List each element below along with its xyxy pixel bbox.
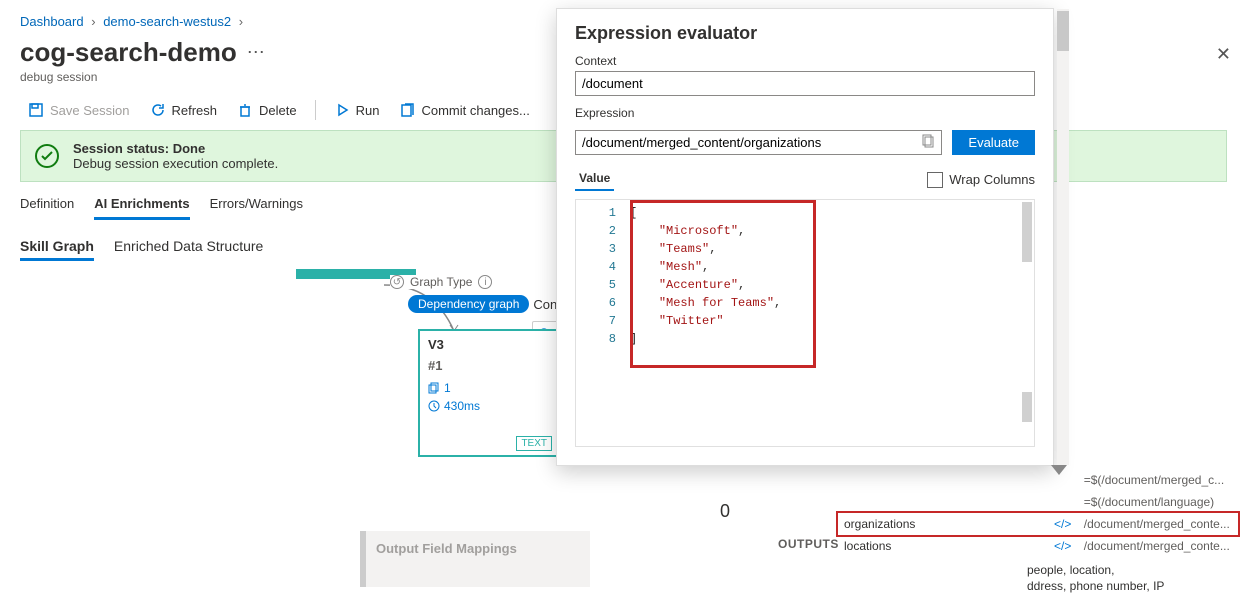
editor-scrollbar[interactable] xyxy=(1022,202,1032,262)
node-type-tag: TEXT xyxy=(516,436,552,451)
play-icon xyxy=(334,102,350,118)
description-fragment: people, location, ddress, phone number, … xyxy=(1027,561,1207,595)
expression-evaluator-panel: Expression evaluator Context Expression … xyxy=(556,8,1054,466)
graph-type-label: Graph Type xyxy=(410,275,472,289)
status-title: Session status: Done xyxy=(73,141,205,156)
graph-type-other[interactable]: Con xyxy=(533,297,557,312)
delete-button[interactable]: Delete xyxy=(229,98,305,122)
graph-type-pill[interactable]: Dependency graph xyxy=(408,295,529,313)
code-area[interactable]: [ "Microsoft", "Teams", "Mesh", "Accentu… xyxy=(624,200,1034,446)
outputs-label: OUTPUTS xyxy=(778,537,839,551)
panel-title: Expression evaluator xyxy=(575,23,1035,44)
check-icon xyxy=(35,144,59,168)
node-title: V3 xyxy=(420,331,556,358)
node-id: #1 xyxy=(420,358,556,379)
node-doc-count: 1 xyxy=(420,379,556,397)
reset-icon[interactable]: ↺ xyxy=(390,275,404,289)
bc-dashboard[interactable]: Dashboard xyxy=(20,14,84,29)
checkbox-icon[interactable] xyxy=(927,172,943,188)
commit-button[interactable]: Commit changes... xyxy=(391,98,537,122)
subtab-enriched-data[interactable]: Enriched Data Structure xyxy=(114,234,263,261)
status-subtitle: Debug session execution complete. xyxy=(73,156,278,171)
info-icon[interactable]: i xyxy=(478,275,492,289)
subtab-skill-graph[interactable]: Skill Graph xyxy=(20,234,94,261)
callout-arrow-icon xyxy=(1051,465,1067,475)
code-icon[interactable]: </> xyxy=(1048,535,1078,557)
output-count: 0 xyxy=(720,501,730,522)
tab-ai-enrichments[interactable]: AI Enrichments xyxy=(94,190,189,220)
output-field-mappings[interactable]: Output Field Mappings xyxy=(360,531,590,587)
expression-label: Expression xyxy=(575,106,1035,120)
node-time: 430ms xyxy=(420,397,556,415)
value-editor[interactable]: 12345678 [ "Microsoft", "Teams", "Mesh",… xyxy=(575,199,1035,447)
refresh-icon xyxy=(150,102,166,118)
io-row-organizations[interactable]: organizations</>/document/merged_conte..… xyxy=(838,513,1238,535)
editor-scrollbar[interactable] xyxy=(1022,392,1032,422)
context-input[interactable] xyxy=(575,71,1035,96)
more-icon[interactable]: ⋯ xyxy=(247,42,265,63)
line-gutter: 12345678 xyxy=(576,200,624,446)
save-icon xyxy=(28,102,44,118)
io-row[interactable]: locations</>/document/merged_conte... xyxy=(838,535,1238,557)
copy-icon[interactable] xyxy=(922,134,936,151)
trash-icon xyxy=(237,102,253,118)
close-icon[interactable]: ✕ xyxy=(1216,44,1231,65)
context-label: Context xyxy=(575,54,1035,68)
run-button[interactable]: Run xyxy=(326,98,388,122)
code-icon[interactable]: </> xyxy=(1048,513,1078,535)
io-row: =$(/document/language) xyxy=(838,491,1238,513)
evaluate-button[interactable]: Evaluate xyxy=(952,130,1035,155)
commit-icon xyxy=(399,102,415,118)
graph-type-row: ↺ Graph Type i xyxy=(390,275,498,289)
skill-node[interactable]: V3 #1 1 430ms TEXT xyxy=(418,329,558,457)
wrap-columns-toggle[interactable]: Wrap Columns xyxy=(927,172,1035,188)
expression-input[interactable] xyxy=(575,130,942,155)
bc-service[interactable]: demo-search-westus2 xyxy=(103,14,231,29)
panel-scrollbar[interactable] xyxy=(1057,9,1069,465)
refresh-button[interactable]: Refresh xyxy=(142,98,226,122)
save-session-button[interactable]: Save Session xyxy=(20,98,138,122)
io-row: =$(/document/merged_c... xyxy=(838,469,1238,491)
tab-errors[interactable]: Errors/Warnings xyxy=(210,190,303,220)
tab-definition[interactable]: Definition xyxy=(20,190,74,220)
page-title: cog-search-demo xyxy=(20,37,237,68)
value-label: Value xyxy=(575,171,614,191)
